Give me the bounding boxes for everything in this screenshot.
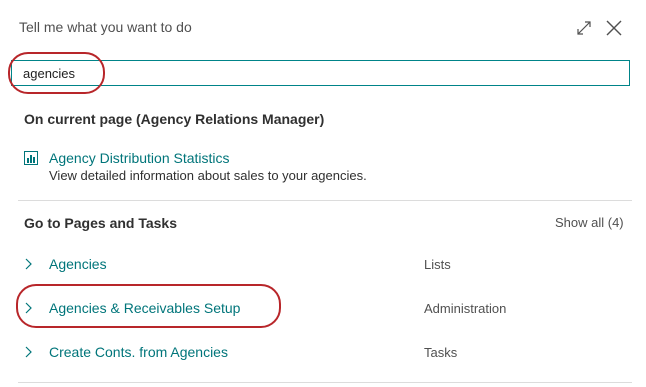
list-item-label[interactable]: Agencies & Receivables Setup — [49, 300, 240, 316]
search-input[interactable] — [11, 60, 630, 86]
close-button[interactable] — [604, 18, 624, 38]
list-item-category: Lists — [424, 257, 451, 272]
list-item[interactable]: Agencies Lists — [18, 252, 632, 276]
list-item[interactable]: Agencies & Receivables Setup Administrat… — [18, 296, 632, 320]
bottom-divider — [18, 382, 632, 383]
current-page-heading: On current page (Agency Relations Manage… — [24, 111, 325, 127]
list-item-label[interactable]: Agencies — [49, 256, 107, 272]
expand-button[interactable] — [574, 18, 594, 38]
list-item[interactable]: Create Conts. from Agencies Tasks — [18, 340, 632, 364]
result-link[interactable]: Agency Distribution Statistics — [49, 150, 230, 166]
chevron-right-icon — [23, 345, 35, 359]
chevron-right-icon — [23, 301, 35, 315]
chevron-right-icon — [23, 257, 35, 271]
list-item-label[interactable]: Create Conts. from Agencies — [49, 344, 228, 360]
report-icon — [24, 151, 38, 165]
dialog-title: Tell me what you want to do — [19, 19, 192, 35]
list-item-category: Tasks — [424, 345, 458, 360]
expand-diagonal-icon — [577, 21, 591, 35]
section-divider — [18, 200, 632, 201]
list-item-category: Administration — [424, 301, 507, 316]
pages-tasks-heading: Go to Pages and Tasks — [24, 215, 178, 231]
show-all-link[interactable]: Show all (4) — [555, 215, 624, 230]
close-x-icon — [606, 20, 622, 36]
result-description: View detailed information about sales to… — [49, 168, 367, 183]
